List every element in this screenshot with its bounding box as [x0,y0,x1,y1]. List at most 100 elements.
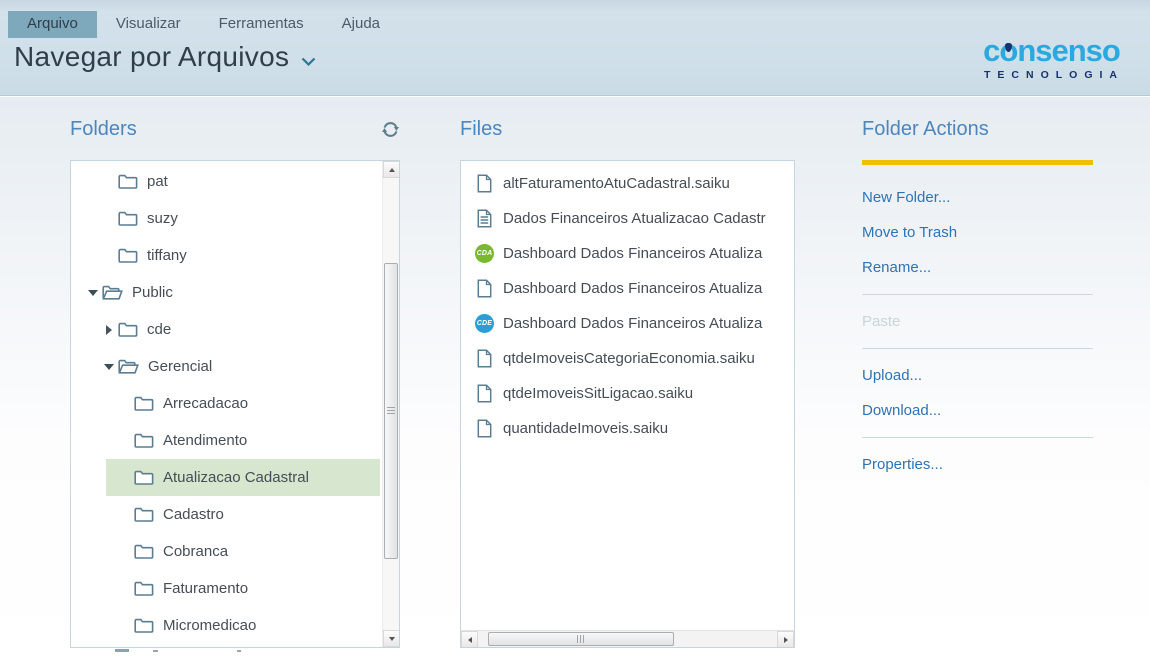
tree-item-gerencial[interactable]: Gerencial [71,348,399,385]
refresh-icon[interactable] [381,120,400,139]
file-name: Dashboard Dados Financeiros Atualiza [503,245,762,262]
scroll-up-button[interactable] [383,161,400,178]
file-name: altFaturamentoAtuCadastral.saiku [503,175,730,192]
tree-item-label: Faturamento [163,580,248,597]
horizontal-scrollbar-thumb[interactable] [488,632,674,646]
tree-item-cobranca[interactable]: Cobranca [71,533,399,570]
action-move-to-trash[interactable]: Move to Trash [862,215,1093,250]
tree-expander-icon[interactable] [86,290,100,296]
file-icon [474,349,495,368]
divider [862,294,1093,295]
badge-label: CDE [475,314,494,333]
file-name: Dashboard Dados Financeiros Atualiza [503,280,762,297]
action-upload[interactable]: Upload... [862,358,1093,393]
folder-closed-icon [118,211,138,226]
tree-item-label: cde [147,321,171,338]
report-icon [474,209,495,228]
badge-label: CDA [475,244,494,263]
tree-item-public[interactable]: Public [71,274,399,311]
page-title: Navegar por Arquivos [14,41,289,73]
file-item-qtdeimoveissitligacao-saiku[interactable]: qtdeImoveisSitLigacao.saiku [461,376,794,411]
tree-item-label: Atualizacao Cadastral [163,469,309,486]
scroll-down-button[interactable] [383,630,400,647]
menu-item-arquivo[interactable]: Arquivo [8,11,97,38]
file-name: qtdeImoveisSitLigacao.saiku [503,385,693,402]
tree-item-label: suzy [147,210,178,227]
tree-item-cde[interactable]: cde [71,311,399,348]
tree-item-atendimento[interactable]: Atendimento [71,422,399,459]
tree-item-faturamento[interactable]: Faturamento [71,570,399,607]
folder-closed-icon [134,544,154,559]
triangle-up-icon [389,168,395,172]
file-item-qtdeimoveiscategoriaeconomia-saiku[interactable]: qtdeImoveisCategoriaEconomia.saiku [461,341,794,376]
water-drop-icon: o [999,35,1017,66]
file-item-dashboard-dados-financeiros-atualiza[interactable]: CDA Dashboard Dados Financeiros Atualiza [461,236,794,271]
files-panel-title: Files [460,118,502,141]
action-new-folder[interactable]: New Folder... [862,180,1093,215]
folder-actions-panel: Folder Actions New Folder...Move to Tras… [862,97,1093,482]
file-list-box: altFaturamentoAtuCadastral.saiku Dados Fi… [460,160,795,648]
file-item-dashboard-dados-financeiros-atualiza[interactable]: CDEDashboard Dados Financeiros Atualiza [461,306,794,341]
folders-vertical-scrollbar[interactable] [382,161,399,647]
file-list: altFaturamentoAtuCadastral.saiku Dados Fi… [461,161,794,446]
scroll-left-button[interactable] [461,631,478,648]
tree-item-arrecadacao[interactable]: Arrecadacao [71,385,399,422]
consenso-logo: consenso TECNOLOGIA [979,35,1124,81]
tree-item-label: Gerencial [148,358,212,375]
menu-bar: ArquivoVisualizarFerramentasAjuda [0,0,1150,38]
app-header: ArquivoVisualizarFerramentasAjuda Navega… [0,0,1150,96]
folder-tree: pat suzy tiffanyPublic cde Gerencial Arrecada… [71,161,399,644]
folder-closed-icon [134,433,154,448]
chevron-down-icon[interactable] [301,57,316,67]
tree-item-label: Cobranca [163,543,228,560]
tree-expander-icon[interactable] [102,325,116,335]
logo-subtitle: TECNOLOGIA [979,69,1124,81]
folder-closed-icon [134,507,154,522]
files-panel: Files altFaturamentoAtuCadastral.saiku Da… [460,97,795,648]
folder-closed-icon [134,470,154,485]
folders-panel: Folders pat suzy tiffanyPublic cde Gerencial… [70,97,400,648]
tree-item-label: Arrecadacao [163,395,248,412]
clipped-tree-item-fragment [153,650,158,652]
tree-item-label: Cadastro [163,506,224,523]
tree-item-pat[interactable]: pat [71,163,399,200]
folders-panel-title: Folders [70,118,137,141]
tree-item-label: Micromedicao [163,617,256,634]
tree-item-atualizacao-cadastral[interactable]: Atualizacao Cadastral [106,459,380,496]
tree-item-cadastro[interactable]: Cadastro [71,496,399,533]
folder-closed-icon [118,248,138,263]
tree-item-suzy[interactable]: suzy [71,200,399,237]
triangle-down-icon [88,290,98,296]
vertical-scrollbar-thumb[interactable] [384,263,398,559]
action-paste: Paste [862,304,1093,339]
file-item-dados-financeiros-atualizacao-cadastr[interactable]: Dados Financeiros Atualizacao Cadastr [461,201,794,236]
menu-item-ajuda[interactable]: Ajuda [323,11,399,38]
tree-item-micromedicao[interactable]: Micromedicao [71,607,399,644]
file-item-quantidadeimoveis-saiku[interactable]: quantidadeImoveis.saiku [461,411,794,446]
folder-closed-icon [118,322,138,337]
tree-item-label: Atendimento [163,432,247,449]
triangle-right-icon [106,325,112,335]
file-icon [474,384,495,403]
file-name: quantidadeImoveis.saiku [503,420,668,437]
menu-item-visualizar[interactable]: Visualizar [97,11,200,38]
file-item-altfaturamentoatucadastral-saiku[interactable]: altFaturamentoAtuCadastral.saiku [461,166,794,201]
folder-open-icon [102,285,123,300]
content-area: Folders pat suzy tiffanyPublic cde Gerencial… [0,97,1150,666]
tree-item-tiffany[interactable]: tiffany [71,237,399,274]
file-item-dashboard-dados-financeiros-atualiza[interactable]: Dashboard Dados Financeiros Atualiza [461,271,794,306]
menu-item-ferramentas[interactable]: Ferramentas [200,11,323,38]
tree-expander-icon[interactable] [102,364,116,370]
folder-tree-box: pat suzy tiffanyPublic cde Gerencial Arrecada… [70,160,400,648]
scroll-right-button[interactable] [777,631,794,648]
folder-actions-title: Folder Actions [862,118,989,141]
file-icon [474,174,495,193]
tree-item-label: pat [147,173,168,190]
action-download[interactable]: Download... [862,393,1093,428]
action-rename[interactable]: Rename... [862,250,1093,285]
divider [862,437,1093,438]
action-properties[interactable]: Properties... [862,447,1093,482]
folder-open-icon [118,359,139,374]
accent-bar [862,160,1093,165]
files-horizontal-scrollbar[interactable] [461,630,794,647]
